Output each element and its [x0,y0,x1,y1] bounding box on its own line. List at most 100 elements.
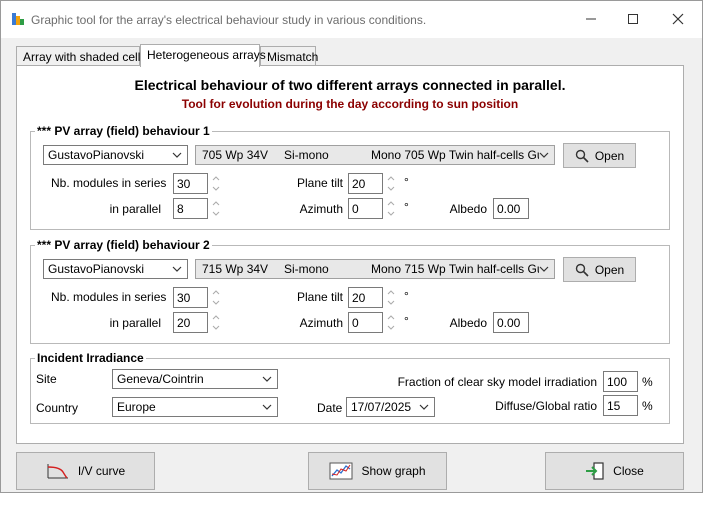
maximize-icon[interactable] [618,7,648,31]
array2-module-select[interactable]: 715 Wp 34V Si-mono Mono 715 Wp Twin half… [195,259,555,279]
array1-group: *** PV array (field) behaviour 1 Gustavo… [30,124,670,230]
array1-azimuth-label: Azimuth [299,202,343,216]
date-value: 17/07/2025 [351,400,412,414]
iv-curve-icon [47,464,68,479]
site-value: Geneva/Cointrin [117,372,204,386]
array1-manufacturer-value: GustavoPianovski [48,148,145,162]
iv-curve-label: I/V curve [77,464,126,478]
array2-parallel-label: in parallel [109,316,161,330]
clear-sky-input[interactable]: 100 [603,371,638,392]
irradiance-group-title: Incident Irradiance [35,351,146,365]
show-graph-button[interactable]: Show graph [308,452,447,490]
array1-manufacturer-select[interactable]: GustavoPianovski [43,145,188,165]
chevron-down-icon [172,266,182,272]
tab-shaded-cells[interactable]: Array with shaded cells [16,46,146,66]
panel-heading: Electrical behaviour of two different ar… [134,77,566,93]
close-label: Close [613,464,644,478]
array2-manufacturer-select[interactable]: GustavoPianovski [43,259,188,279]
magnifier-icon [575,149,589,163]
array1-module-name: Mono 705 Wp Twin half-cells Gusta [371,148,539,162]
site-select[interactable]: Geneva/Cointrin [112,369,278,389]
array2-module-tech: Si-mono [284,262,329,276]
array1-parallel-label: in parallel [109,202,161,216]
array1-module-select[interactable]: 705 Wp 34V Si-mono Mono 705 Wp Twin half… [195,145,555,165]
panel-subheading: Tool for evolution during the day accord… [181,97,519,111]
graph-icon [329,462,353,480]
exit-icon [586,462,604,480]
array2-group: *** PV array (field) behaviour 2 Gustavo… [30,238,670,344]
clear-sky-label: Fraction of clear sky model irradiation [397,375,597,389]
array2-albedo-input[interactable]: 0.00 [493,312,529,333]
array2-tilt-label: Plane tilt [296,290,343,304]
close-icon[interactable] [663,7,693,31]
array1-parallel-stepper[interactable] [211,198,221,219]
close-button[interactable]: Close [545,452,684,490]
array1-series-input[interactable]: 30 [173,173,208,194]
date-label: Date [317,401,343,415]
array1-tilt-input[interactable]: 20 [348,173,383,194]
array2-albedo-label: Albedo [449,316,487,330]
chevron-down-icon [539,266,549,272]
array2-manufacturer-value: GustavoPianovski [48,262,145,276]
array1-module-tech: Si-mono [284,148,329,162]
date-picker[interactable]: 17/07/2025 [346,397,435,417]
array2-azimuth-stepper[interactable] [386,312,396,333]
array1-module-power: 705 Wp 34V [202,148,269,162]
array1-series-label: Nb. modules in series [51,176,167,190]
chevron-down-icon [539,152,549,158]
array2-module-name: Mono 715 Wp Twin half-cells Gusta [371,262,539,276]
title-bar: Graphic tool for the array's electrical … [1,1,702,38]
country-select[interactable]: Europe [112,397,278,417]
array1-tilt-stepper[interactable] [386,173,396,194]
array2-tilt-unit: ° [404,289,409,303]
diffuse-ratio-unit: % [642,399,653,413]
array1-parallel-input[interactable]: 8 [173,198,208,219]
array1-open-label: Open [594,148,625,163]
array2-tilt-stepper[interactable] [386,287,396,308]
array2-series-input[interactable]: 30 [173,287,208,308]
array2-tilt-input[interactable]: 20 [348,287,383,308]
array2-module-power: 715 Wp 34V [202,262,269,276]
array2-azimuth-label: Azimuth [299,316,343,330]
array1-series-stepper[interactable] [211,173,221,194]
clear-sky-unit: % [642,375,653,389]
array1-albedo-input[interactable]: 0.00 [493,198,529,219]
array2-azimuth-input[interactable]: 0 [348,312,383,333]
minimize-icon[interactable] [576,7,606,31]
array2-open-label: Open [594,262,625,277]
show-graph-label: Show graph [361,464,426,478]
magnifier-icon [575,263,589,277]
chevron-down-icon [172,152,182,158]
chevron-down-icon [262,376,272,382]
array2-open-button[interactable]: Open [563,257,636,282]
array2-parallel-input[interactable]: 20 [173,312,208,333]
array2-azimuth-unit: ° [404,314,409,328]
array2-series-label: Nb. modules in series [51,290,167,304]
iv-curve-button[interactable]: I/V curve [16,452,155,490]
array2-group-title: *** PV array (field) behaviour 2 [35,238,212,252]
array2-series-stepper[interactable] [211,287,221,308]
tab-heterogeneous-arrays[interactable]: Heterogeneous arrays [140,44,266,67]
site-label: Site [36,372,57,386]
app-icon [11,12,25,26]
array1-azimuth-stepper[interactable] [386,198,396,219]
array1-group-title: *** PV array (field) behaviour 1 [35,124,212,138]
tab-mismatch[interactable]: Mismatch [260,46,318,66]
array1-albedo-label: Albedo [449,202,487,216]
array2-parallel-stepper[interactable] [211,312,221,333]
array1-azimuth-input[interactable]: 0 [348,198,383,219]
chevron-down-icon [419,404,429,410]
array1-tilt-label: Plane tilt [296,176,343,190]
diffuse-ratio-input[interactable]: 15 [603,395,638,416]
irradiance-group: Incident Irradiance Site Geneva/Cointrin… [30,351,670,424]
array1-open-button[interactable]: Open [563,143,636,168]
array1-azimuth-unit: ° [404,200,409,214]
array1-tilt-unit: ° [404,175,409,189]
chevron-down-icon [262,404,272,410]
country-label: Country [36,401,79,415]
window-title: Graphic tool for the array's electrical … [31,13,427,27]
country-value: Europe [117,400,156,414]
tab-panel: Electrical behaviour of two different ar… [16,65,684,444]
diffuse-ratio-label: Diffuse/Global ratio [495,399,597,413]
main-window: Graphic tool for the array's electrical … [0,0,703,493]
